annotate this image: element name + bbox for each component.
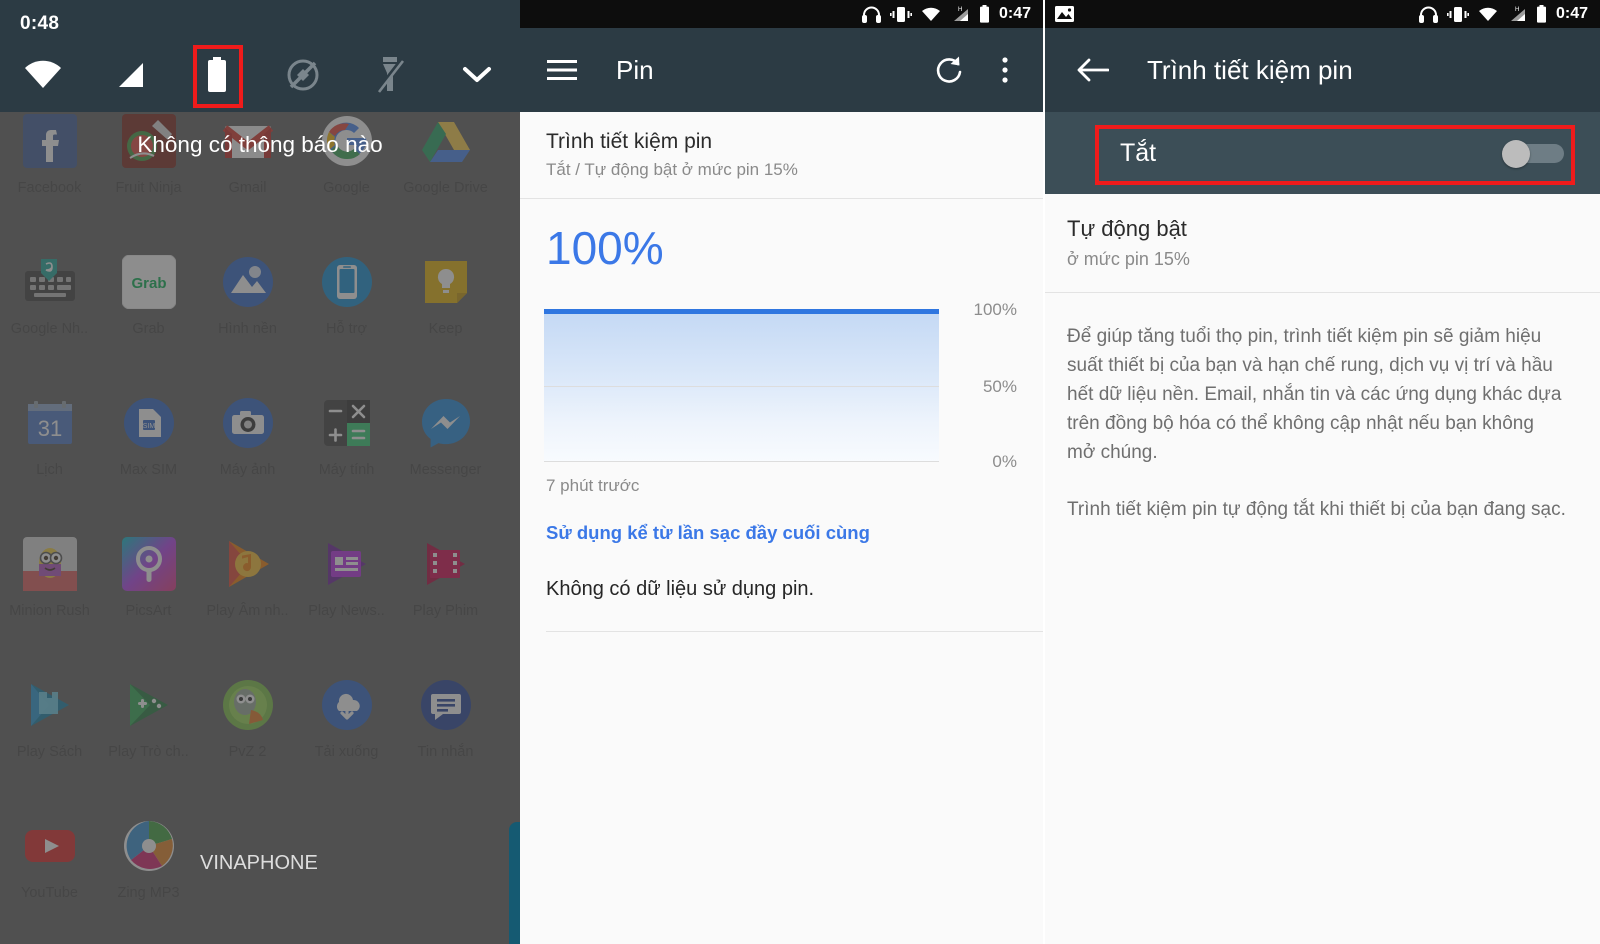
auto-on-row[interactable]: Tự động bật ở mức pin 15% xyxy=(1045,194,1600,293)
toggle-row-highlight-box xyxy=(1095,125,1575,185)
chevron-down-icon[interactable] xyxy=(433,44,520,106)
status-bar-clock: 0:47 xyxy=(1555,5,1588,22)
battery-history-chart: 100% 50% 0% xyxy=(544,300,1017,471)
panel-quick-settings: FacebookFruit NinjaGmailGoogleGoogle Dri… xyxy=(0,0,520,944)
chart-battery-line xyxy=(544,309,939,314)
refresh-icon[interactable] xyxy=(921,42,977,98)
cellular-signal-icon[interactable] xyxy=(87,44,174,106)
status-bar-mid: H 0:47 xyxy=(520,0,1043,28)
headphone-icon xyxy=(1418,6,1438,23)
panel-battery: H 0:47 Pin Trình tiết kiệm pin Tắt / Tự … xyxy=(520,0,1043,944)
location-off-icon[interactable] xyxy=(260,44,347,106)
auto-on-title: Tự động bật xyxy=(1067,216,1187,241)
svg-text:H: H xyxy=(958,7,962,13)
cellular-signal-h-icon: H xyxy=(950,5,970,23)
carrier-label: VINAPHONE xyxy=(200,852,318,874)
battery-saver-title: Trình tiết kiệm pin xyxy=(546,130,713,153)
wifi-icon xyxy=(921,6,941,22)
app-bar-right: Trình tiết kiệm pin xyxy=(1045,28,1600,112)
battery-percent-value: 100% xyxy=(546,222,664,274)
chart-time-annotation: 7 phút trước xyxy=(546,476,640,495)
screenshot-root: FacebookFruit NinjaGmailGoogleGoogle Dri… xyxy=(0,0,1600,944)
vibrate-icon xyxy=(889,6,912,23)
quick-settings-panel[interactable]: 0:48 xyxy=(0,0,520,112)
no-battery-data-label: Không có dữ liệu sử dụng pin. xyxy=(546,578,1043,632)
usage-since-full-charge-link[interactable]: Sử dụng kể từ lần sạc đầy cuối cùng xyxy=(546,522,1043,544)
battery-saver-subtitle: Tắt / Tự động bật ở mức pin 15% xyxy=(546,160,798,179)
description-paragraph-1: Để giúp tăng tuổi thọ pin, trình tiết ki… xyxy=(1067,326,1562,463)
status-bar-right: H 0:47 xyxy=(1045,0,1600,28)
chart-gridline-0 xyxy=(544,461,939,462)
battery-icon xyxy=(979,5,990,23)
overflow-menu-icon[interactable] xyxy=(977,42,1033,98)
battery-icon-highlight-box xyxy=(193,45,243,108)
chart-ytick-100: 100% xyxy=(973,300,1017,319)
status-bar-clock: 0:47 xyxy=(998,5,1031,22)
cellular-signal-h-icon: H xyxy=(1507,5,1527,23)
chart-ytick-50: 50% xyxy=(982,377,1017,396)
no-notifications-label: Không có thông báo nào xyxy=(137,132,383,157)
battery-icon xyxy=(1536,5,1547,23)
auto-on-subtitle: ở mức pin 15% xyxy=(1067,249,1190,269)
chart-ytick-0: 0% xyxy=(992,452,1017,471)
wifi-icon[interactable] xyxy=(0,44,87,106)
wifi-icon xyxy=(1478,6,1498,22)
quick-settings-icon-row xyxy=(0,44,520,106)
scroll-edge-indicator xyxy=(509,822,520,944)
screenshot-image-icon xyxy=(1055,6,1074,22)
headphone-icon xyxy=(861,6,881,23)
back-arrow-icon[interactable] xyxy=(1065,42,1121,98)
flashlight-off-icon[interactable] xyxy=(347,44,434,106)
hamburger-menu-icon[interactable] xyxy=(534,42,590,98)
page-title: Pin xyxy=(616,54,654,85)
description-paragraph-2: Trình tiết kiệm pin tự động tắt khi thiế… xyxy=(1067,499,1566,520)
app-bar-mid: Pin xyxy=(520,28,1043,112)
vibrate-icon xyxy=(1446,6,1469,23)
svg-text:H: H xyxy=(1515,7,1519,13)
quick-settings-clock: 0:48 xyxy=(20,13,60,34)
battery-saver-description: Để giúp tăng tuổi thọ pin, trình tiết ki… xyxy=(1067,322,1567,552)
battery-saver-row[interactable]: Trình tiết kiệm pin Tắt / Tự động bật ở … xyxy=(520,112,1043,199)
chart-gridline-50 xyxy=(544,386,939,387)
page-title: Trình tiết kiệm pin xyxy=(1147,54,1353,85)
